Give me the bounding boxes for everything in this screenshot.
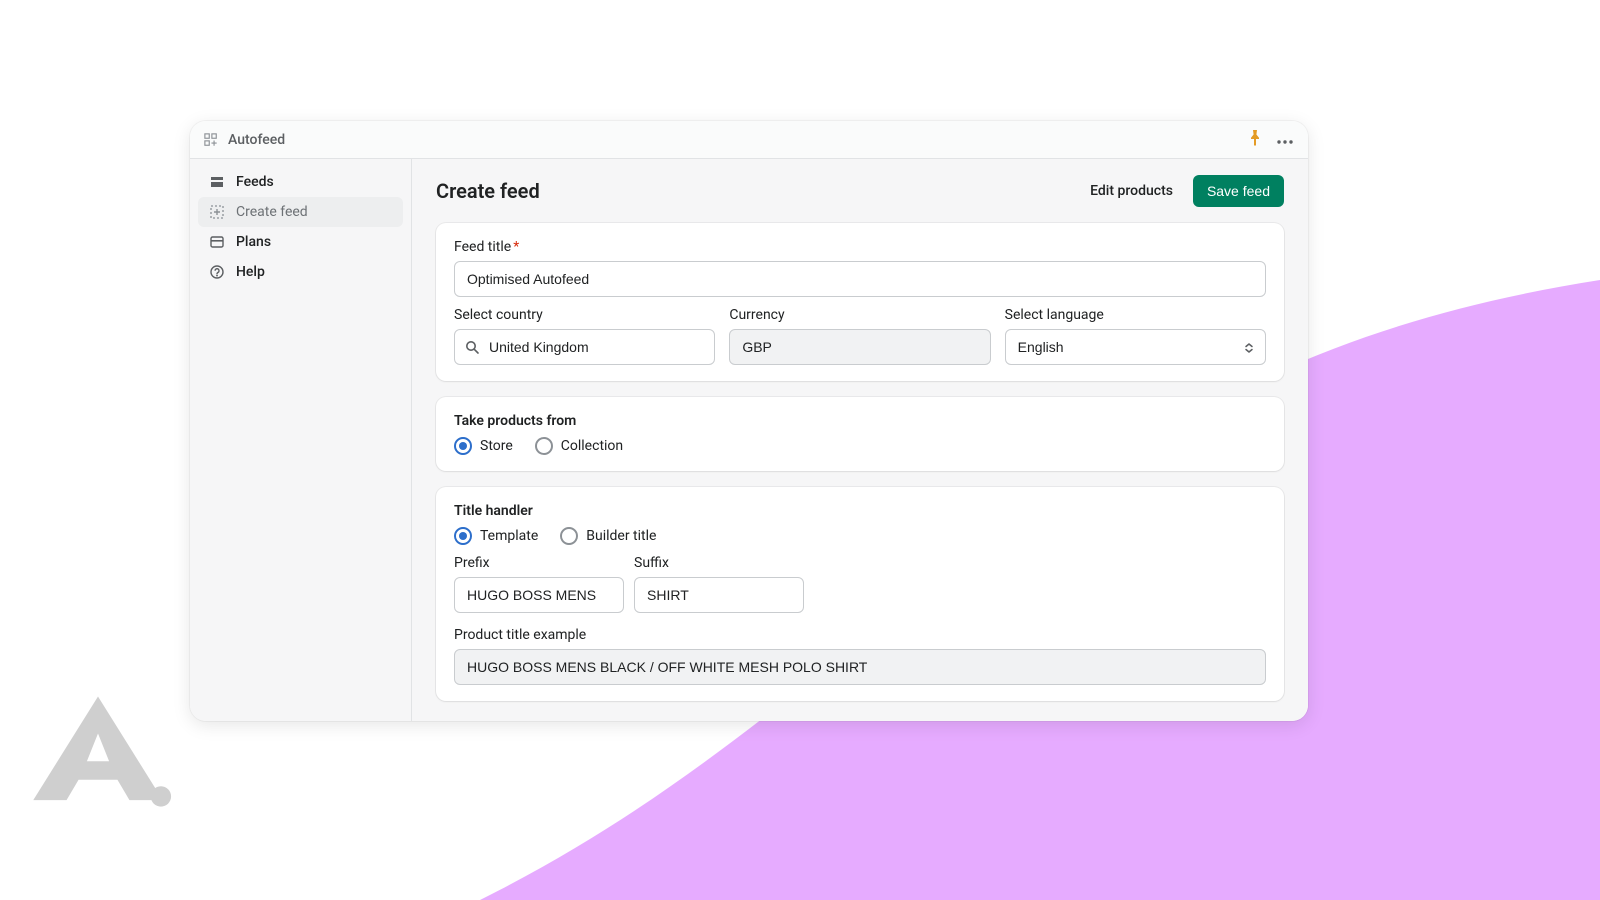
pin-icon[interactable] [1248,130,1262,150]
card-feed-basics: Feed title* Select country [436,223,1284,381]
app-icon [204,133,218,147]
country-input[interactable] [454,329,715,365]
sidebar-item-help[interactable]: Help [198,257,403,287]
currency-field [729,329,990,365]
prefix-input[interactable] [454,577,624,613]
plans-icon [208,233,226,251]
radio-dot-icon [535,437,553,455]
prefix-label: Prefix [454,555,624,571]
search-icon [464,339,480,355]
currency-label: Currency [729,307,990,323]
radio-dot-icon [560,527,578,545]
radio-dot-icon [454,527,472,545]
radio-label: Template [480,528,538,544]
feed-title-label: Feed title* [454,239,1266,255]
sidebar-item-feeds[interactable]: Feeds [198,167,403,197]
edit-products-link[interactable]: Edit products [1090,183,1173,199]
radio-source-store[interactable]: Store [454,437,513,455]
country-label: Select country [454,307,715,323]
save-feed-button[interactable]: Save feed [1193,175,1284,207]
example-label: Product title example [454,627,1266,643]
sidebar-item-label: Create feed [236,204,308,220]
radio-source-collection[interactable]: Collection [535,437,623,455]
sidebar-item-create-feed[interactable]: Create feed [198,197,403,227]
radio-label: Store [480,438,513,454]
main-content: Create feed Edit products Save feed Feed… [412,159,1308,721]
app-title: Autofeed [228,132,285,148]
page-title: Create feed [436,179,540,203]
sidebar-item-label: Help [236,264,265,280]
sidebar-item-label: Feeds [236,174,274,190]
title-handler-label: Title handler [454,503,1266,519]
create-feed-icon [208,203,226,221]
radio-title-template[interactable]: Template [454,527,538,545]
more-icon[interactable] [1276,130,1294,149]
card-title-handler: Title handler Template Builder title [436,487,1284,701]
help-icon [208,263,226,281]
radio-title-builder[interactable]: Builder title [560,527,656,545]
brand-logo-mark [24,692,172,812]
card-product-source: Take products from Store Collection [436,397,1284,471]
feed-title-input[interactable] [454,261,1266,297]
language-select[interactable] [1005,329,1266,365]
radio-dot-icon [454,437,472,455]
app-titlebar: Autofeed [190,121,1308,159]
chevron-updown-icon [1242,340,1256,354]
sidebar-item-label: Plans [236,234,271,250]
radio-label: Builder title [586,528,656,544]
suffix-input[interactable] [634,577,804,613]
product-title-example [454,649,1266,685]
feeds-icon [208,173,226,191]
page-header: Create feed Edit products Save feed [436,175,1284,207]
sidebar-item-plans[interactable]: Plans [198,227,403,257]
language-label: Select language [1005,307,1266,323]
suffix-label: Suffix [634,555,804,571]
radio-label: Collection [561,438,623,454]
sidebar: Feeds Create feed Plans [190,159,412,721]
take-products-label: Take products from [454,413,1266,429]
app-window: Autofeed Feeds [190,121,1308,721]
